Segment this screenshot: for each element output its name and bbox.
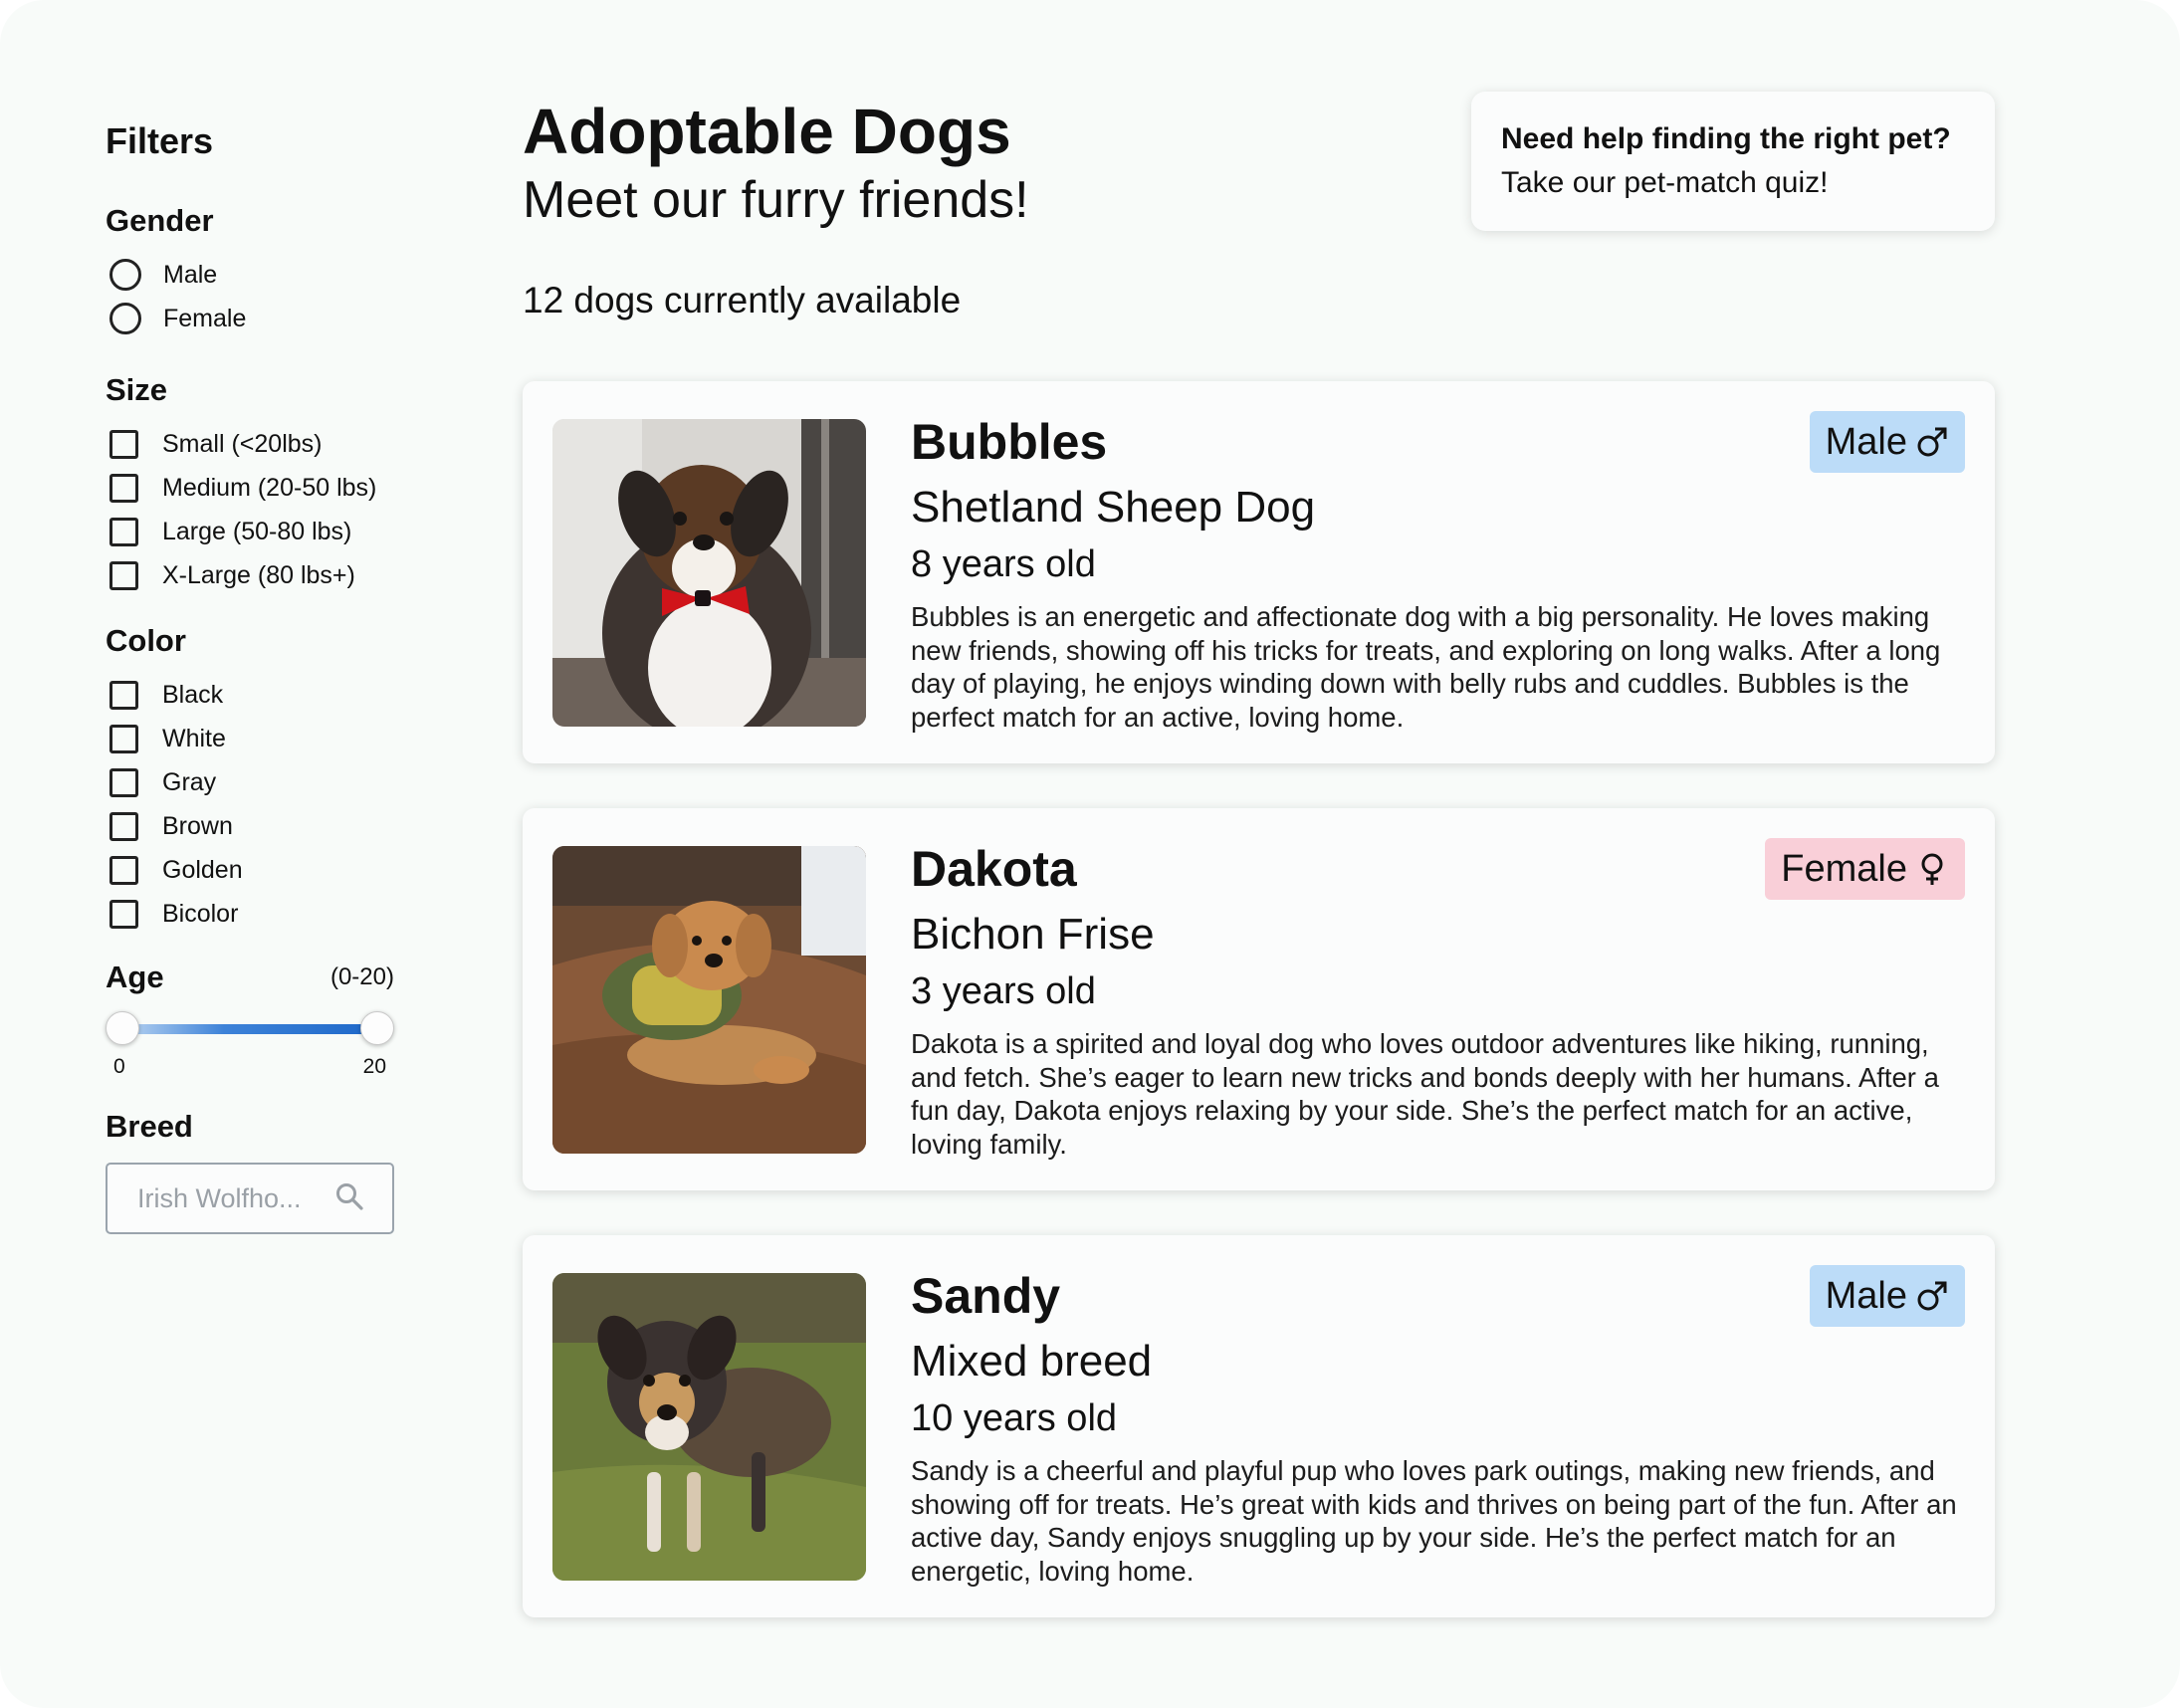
dog-age: 10 years old xyxy=(911,1397,1118,1439)
age-max-label: 20 xyxy=(362,1055,386,1078)
size-option-label: Small (<20lbs) xyxy=(162,429,323,458)
age-slider-max-handle[interactable] xyxy=(360,1011,394,1045)
page-title: Adoptable Dogs xyxy=(523,96,1011,167)
color-option-label: Bicolor xyxy=(162,899,239,928)
gender-badge-label: Female xyxy=(1781,847,1907,890)
size-filter-group: Size Small (<20lbs) Medium (20-50 lbs) L… xyxy=(106,370,404,597)
color-option-label: Black xyxy=(162,680,224,709)
age-filter-group: Age (0-20) 0 20 xyxy=(106,958,404,1079)
age-range-label: (0-20) xyxy=(329,963,394,990)
dog-card[interactable]: Sandy Mixed breed 10 years old Sandy is … xyxy=(523,1235,1995,1617)
brown-checkbox[interactable] xyxy=(109,811,138,841)
dog-info: Bubbles Shetland Sheep Dog 8 years old B… xyxy=(911,411,1965,734)
gender-option-label: Female xyxy=(163,304,247,332)
female-symbol-icon xyxy=(1921,853,1943,885)
small-checkbox[interactable] xyxy=(109,429,138,459)
page: Filters Gender Male Female Size Small (<… xyxy=(0,0,2180,1708)
breed-search-input[interactable] xyxy=(135,1181,328,1215)
age-filter-header: Age (0-20) xyxy=(106,958,394,997)
filters-title: Filters xyxy=(106,120,214,161)
color-option-golden[interactable]: Golden xyxy=(106,848,404,892)
breed-filter-title: Breed xyxy=(106,1109,193,1144)
breed-filter-group: Breed xyxy=(106,1107,404,1234)
male-radio[interactable] xyxy=(109,259,141,291)
color-option-white[interactable]: White xyxy=(106,717,404,760)
color-option-black[interactable]: Black xyxy=(106,673,404,717)
color-option-gray[interactable]: Gray xyxy=(106,760,404,804)
dog-info: Sandy Mixed breed 10 years old Sandy is … xyxy=(911,1265,1965,1588)
golden-checkbox[interactable] xyxy=(109,855,138,885)
page-subtitle: Meet our furry friends! xyxy=(523,171,1029,229)
dog-age: 3 years old xyxy=(911,970,1096,1012)
gender-filter-title: Gender xyxy=(106,203,214,238)
available-count: 12 dogs currently available xyxy=(523,280,962,320)
xlarge-checkbox[interactable] xyxy=(109,560,138,590)
color-filter-group: Color Black White Gray Brown Golden Bico… xyxy=(106,621,404,936)
age-filter-title: Age xyxy=(106,960,164,994)
size-option-medium[interactable]: Medium (20-50 lbs) xyxy=(106,466,404,510)
female-radio[interactable] xyxy=(109,303,141,334)
quiz-question: Need help finding the right pet? xyxy=(1501,122,1951,155)
dog-name[interactable]: Sandy xyxy=(911,1265,1965,1327)
dog-description: Bubbles is an energetic and affectionate… xyxy=(911,601,1941,733)
gender-option-female[interactable]: Female xyxy=(106,297,404,340)
pet-match-quiz-card[interactable]: Need help finding the right pet? Take ou… xyxy=(1471,92,1995,231)
dog-photo[interactable] xyxy=(552,419,866,727)
male-symbol-icon xyxy=(1917,1281,1947,1311)
medium-checkbox[interactable] xyxy=(109,473,138,503)
dog-card[interactable]: Bubbles Shetland Sheep Dog 8 years old B… xyxy=(523,381,1995,763)
dog-description: Sandy is a cheerful and playful pup who … xyxy=(911,1455,1957,1587)
gender-filter-group: Gender Male Female xyxy=(106,201,404,340)
dog-breed: Shetland Sheep Dog xyxy=(911,483,1316,532)
filters-sidebar: Filters Gender Male Female Size Small (<… xyxy=(106,117,404,1234)
male-symbol-icon xyxy=(1917,427,1947,457)
age-slider-track[interactable] xyxy=(121,1024,378,1034)
breed-search-box[interactable] xyxy=(106,1163,394,1234)
dog-name[interactable]: Bubbles xyxy=(911,411,1965,473)
age-min-label: 0 xyxy=(113,1055,125,1078)
size-option-label: X-Large (80 lbs+) xyxy=(162,560,355,589)
gender-badge: Male xyxy=(1809,411,1965,473)
color-filter-title: Color xyxy=(106,623,186,658)
age-slider-min-handle[interactable] xyxy=(106,1011,139,1045)
gender-badge: Female xyxy=(1765,838,1965,900)
size-option-small[interactable]: Small (<20lbs) xyxy=(106,422,404,466)
size-option-large[interactable]: Large (50-80 lbs) xyxy=(106,510,404,553)
dog-breed: Bichon Frise xyxy=(911,910,1155,959)
gender-option-male[interactable]: Male xyxy=(106,253,404,297)
dog-breed: Mixed breed xyxy=(911,1337,1153,1386)
gray-checkbox[interactable] xyxy=(109,767,138,797)
color-option-bicolor[interactable]: Bicolor xyxy=(106,892,404,936)
gender-badge-label: Male xyxy=(1825,420,1907,463)
dog-photo[interactable] xyxy=(552,1273,866,1581)
age-slider-labels: 0 20 xyxy=(106,1055,394,1079)
gender-option-label: Male xyxy=(163,260,218,289)
black-checkbox[interactable] xyxy=(109,680,138,710)
color-option-brown[interactable]: Brown xyxy=(106,804,404,848)
quiz-link[interactable]: Take our pet-match quiz! xyxy=(1501,161,1965,205)
color-option-label: White xyxy=(162,724,226,752)
large-checkbox[interactable] xyxy=(109,517,138,546)
color-option-label: Brown xyxy=(162,811,233,840)
size-option-label: Large (50-80 lbs) xyxy=(162,517,352,545)
white-checkbox[interactable] xyxy=(109,724,138,753)
dog-age: 8 years old xyxy=(911,543,1096,585)
size-option-xlarge[interactable]: X-Large (80 lbs+) xyxy=(106,553,404,597)
bicolor-checkbox[interactable] xyxy=(109,899,138,929)
age-range-slider[interactable] xyxy=(106,1007,394,1053)
dog-photo[interactable] xyxy=(552,846,866,1154)
size-filter-title: Size xyxy=(106,372,168,407)
search-icon[interactable] xyxy=(334,1181,364,1216)
size-option-label: Medium (20-50 lbs) xyxy=(162,473,377,502)
gender-badge: Male xyxy=(1809,1265,1965,1327)
gender-badge-label: Male xyxy=(1825,1274,1907,1317)
color-option-label: Golden xyxy=(162,855,243,884)
dog-description: Dakota is a spirited and loyal dog who l… xyxy=(911,1028,1939,1160)
dog-card[interactable]: Dakota Bichon Frise 3 years old Dakota i… xyxy=(523,808,1995,1190)
color-option-label: Gray xyxy=(162,767,217,796)
